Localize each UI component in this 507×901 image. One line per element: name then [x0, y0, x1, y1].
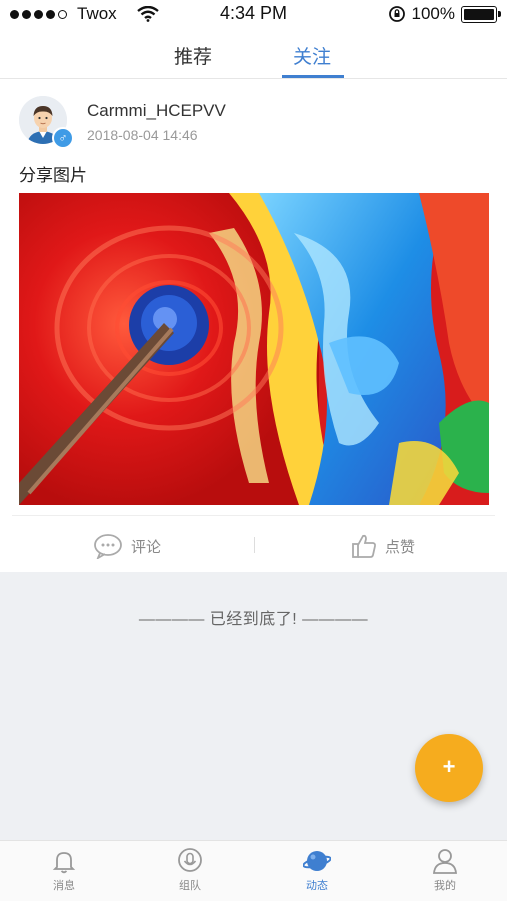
person-icon	[433, 849, 457, 874]
thumbs-up-icon	[352, 534, 376, 558]
paint-swirl-image	[19, 193, 489, 505]
tab-following[interactable]: 关注	[293, 42, 331, 69]
nav-item-messages[interactable]: 消息	[24, 847, 104, 893]
active-tab-indicator	[282, 75, 344, 78]
rotation-lock-icon	[388, 6, 405, 22]
post-timestamp: 2018-08-04 14:46	[87, 127, 198, 143]
post-card: ♂ Carmmi_HCEPVV 2018-08-04 14:46 分享图片 评论…	[0, 79, 507, 572]
nav-item-profile[interactable]: 我的	[405, 847, 485, 893]
like-label: 点赞	[385, 538, 416, 556]
male-gender-icon: ♂	[52, 127, 74, 149]
comment-button[interactable]: 评论	[93, 533, 161, 559]
nav-item-feed[interactable]: 动态	[277, 847, 357, 893]
nav-item-team[interactable]: 组队	[150, 847, 230, 893]
add-post-button[interactable]: +	[415, 734, 483, 802]
tab-recommended[interactable]: 推荐	[174, 42, 212, 69]
action-separator	[254, 537, 255, 553]
nav-label-team: 组队	[179, 880, 201, 892]
battery-level	[464, 8, 494, 20]
comment-icon	[94, 534, 122, 559]
post-username[interactable]: Carmmi_HCEPVV	[87, 101, 226, 121]
like-button[interactable]: 点赞	[351, 533, 415, 559]
comment-label: 评论	[131, 538, 162, 556]
post-text: 分享图片	[19, 166, 87, 185]
post-image[interactable]	[19, 193, 489, 505]
bottom-nav: 消息 组队 动态 我的	[0, 840, 507, 901]
planet-icon	[303, 851, 331, 871]
feed-tabs: 推荐 关注	[0, 28, 507, 79]
battery-icon	[461, 5, 501, 23]
bell-icon	[52, 852, 76, 874]
nav-label-profile: 我的	[434, 880, 456, 892]
battery-percentage: 100%	[411, 4, 455, 23]
nav-label-messages: 消息	[53, 880, 75, 892]
mic-icon	[178, 848, 202, 872]
post-actions-divider	[12, 515, 495, 516]
end-of-list-note: ———— 已经到底了! ————	[138, 611, 369, 628]
status-bar: Twox 4:34 PM 100%	[0, 0, 507, 28]
nav-label-feed: 动态	[306, 880, 328, 892]
